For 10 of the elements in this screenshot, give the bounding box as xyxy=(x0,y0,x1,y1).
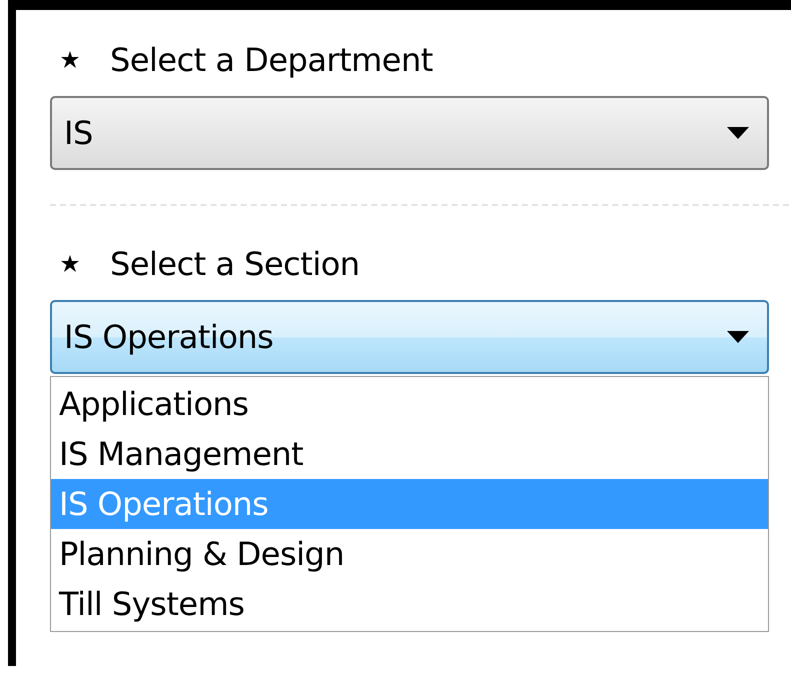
dropdown-option[interactable]: Applications xyxy=(51,379,768,429)
dropdown-select[interactable]: IS Operations xyxy=(50,300,769,374)
field-label: Select a Department xyxy=(110,41,433,79)
caret-icon xyxy=(727,331,749,343)
dropdown-option[interactable]: Till Systems xyxy=(51,579,768,629)
caret-icon xyxy=(727,127,749,139)
dropdown-select[interactable]: IS xyxy=(50,96,769,170)
dropdown-option[interactable]: IS Management xyxy=(51,429,768,479)
field-label: Select a Section xyxy=(110,245,360,283)
dropdown-option[interactable]: Planning & Design xyxy=(51,529,768,579)
